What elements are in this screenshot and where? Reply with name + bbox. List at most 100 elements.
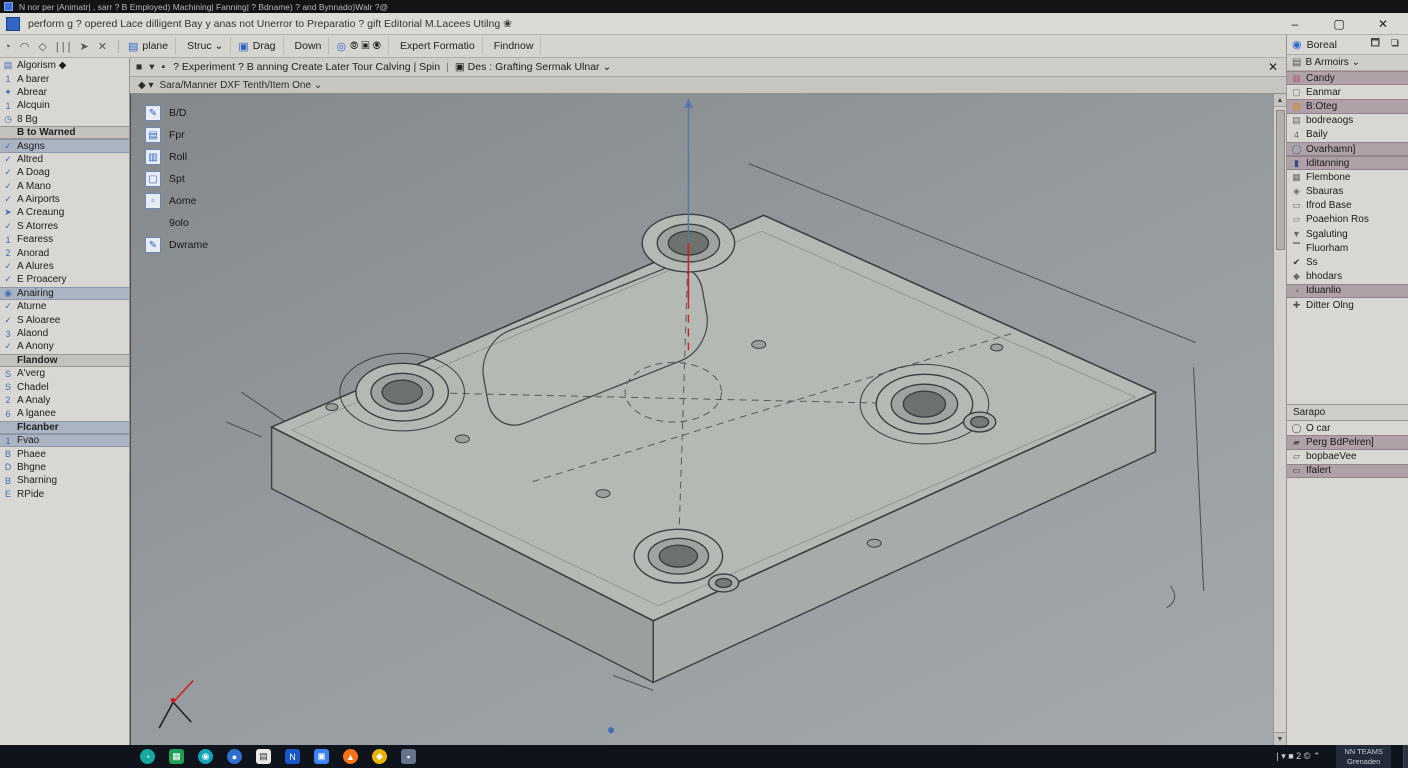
left-panel-item[interactable]: 1 Fearess xyxy=(0,233,129,246)
taskbar-app-icon[interactable]: N xyxy=(285,749,300,764)
operation-type-item[interactable]: ◈ Sbauras xyxy=(1287,185,1408,199)
right-panel-dropdown[interactable]: ▤ B Armoirs ⌄ xyxy=(1287,55,1408,71)
taskbar-app-icon[interactable]: ◉ xyxy=(198,749,213,764)
left-panel-item[interactable]: ✓ A Alures xyxy=(0,260,129,273)
scrollbar-thumb[interactable] xyxy=(1275,110,1285,250)
left-panel-item[interactable]: ✓ S Atorres xyxy=(0,220,129,233)
operation-type-item[interactable]: 4 Baily xyxy=(1287,128,1408,142)
minimize-button[interactable]: – xyxy=(1286,17,1304,31)
left-panel-item[interactable]: Flandow xyxy=(0,353,129,367)
left-panel-item[interactable]: ✓ Asgns xyxy=(0,139,129,153)
tray-icons[interactable]: | ▾ ■ 2 © ⌃ xyxy=(1276,751,1320,762)
left-panel-item[interactable]: ✓ A Mano xyxy=(0,180,129,193)
taskbar-app-icon[interactable]: ▲ xyxy=(343,749,358,764)
taskbar-app-icon[interactable]: ◆ xyxy=(372,749,387,764)
menu-bar-text[interactable]: perform g ? opered Lace dilligent Bay y … xyxy=(28,18,1278,30)
operation-type-item[interactable]: ◔ Iduanlio xyxy=(1287,283,1408,298)
operation-type-item[interactable]: ▼ Sgaluting xyxy=(1287,227,1408,241)
operation-type-item[interactable]: ▤ bodreaogs xyxy=(1287,114,1408,128)
left-panel-item[interactable]: ✓ A Airports xyxy=(0,193,129,206)
left-panel-item[interactable]: 2 Anorad xyxy=(0,246,129,259)
left-panel-item[interactable]: ➤ A Creaung xyxy=(0,206,129,219)
left-panel-item[interactable]: D Bhgne xyxy=(0,461,129,474)
taskbar-app-icon[interactable]: ▦ xyxy=(169,749,184,764)
operation-type-item[interactable]: ▦ Flembone xyxy=(1287,170,1408,184)
view-selector-icons[interactable]: ◆ ▾ xyxy=(138,80,154,91)
taskbar-app-icon[interactable]: ▪ xyxy=(401,749,416,764)
operation-type-item[interactable]: ✚ Ditter Olng xyxy=(1287,298,1408,312)
toolbar-button[interactable]: Down xyxy=(284,37,330,55)
left-panel-item[interactable]: ✓ Altred xyxy=(0,153,129,166)
toolbar-button[interactable]: ▤ plane xyxy=(121,37,177,55)
taskbar-clock[interactable]: NN TEAMS Grenaden xyxy=(1336,745,1391,768)
left-panel-item[interactable]: 3 Alaond xyxy=(0,327,129,340)
viewport-tool[interactable]: 9olo xyxy=(145,214,208,232)
left-panel-item[interactable]: ✓ A Anony xyxy=(0,340,129,353)
operation-type-item[interactable]: ▔ Fluorham xyxy=(1287,241,1408,255)
taskbar-app-icon[interactable]: ● xyxy=(227,749,242,764)
left-panel-item[interactable]: ◉ Anairing xyxy=(0,286,129,301)
left-panel-item[interactable]: B Phaee xyxy=(0,447,129,460)
geometry-item[interactable]: ▰ Perg BdPelren] xyxy=(1287,435,1408,450)
left-panel-item[interactable]: B Sharning xyxy=(0,474,129,487)
operation-type-item[interactable]: ▦ Candy xyxy=(1287,71,1408,86)
panel-header-icons[interactable]: 🗖 ❏ xyxy=(1370,36,1403,53)
operation-type-item[interactable]: ▢ Eanmar xyxy=(1287,85,1408,99)
viewport-scrollbar[interactable]: ▲ ▼ xyxy=(1273,94,1286,745)
viewport-tool[interactable]: ✎ Dwrame xyxy=(145,236,208,254)
toolbar-sys-icons[interactable]: ◔ ◠ ◇ ||| ➤ ✕ xyxy=(4,39,119,53)
taskbar-app-icon[interactable]: ▣ xyxy=(314,749,329,764)
viewport-tool[interactable]: ▫ Aome xyxy=(145,192,208,210)
left-panel-item[interactable]: 1 Alcquin xyxy=(0,99,129,112)
operation-type-item[interactable]: ✔ Ss xyxy=(1287,255,1408,269)
viewport-tool[interactable]: ▤ Fpr xyxy=(145,126,208,144)
close-button[interactable]: ✕ xyxy=(1374,17,1392,31)
scroll-up-icon[interactable]: ▲ xyxy=(1274,94,1286,107)
left-panel-item[interactable]: ▤ Algorism ◆ xyxy=(0,59,129,72)
operation-type-item[interactable]: ▭ Ifrod Base xyxy=(1287,199,1408,213)
geometry-item[interactable]: ▭ Ifalert xyxy=(1287,463,1408,478)
left-panel-item[interactable]: Flcanber xyxy=(0,420,129,434)
left-panel-item[interactable]: S Chadel xyxy=(0,380,129,393)
left-panel-item[interactable]: ✓ E Proacery xyxy=(0,273,129,286)
toolbar-button[interactable]: Struc ⌄ xyxy=(176,37,232,55)
toolbar-button[interactable]: ▣ Drag xyxy=(231,37,284,55)
tab-close-icon[interactable]: ✕ xyxy=(1266,60,1280,74)
operation-type-item[interactable]: ▮ Iditanning xyxy=(1287,156,1408,171)
left-panel-item[interactable]: ◷ 8 Bg xyxy=(0,113,129,126)
tab-bar-icons[interactable]: ■ ▾ ▪ xyxy=(136,61,167,73)
operation-type-item[interactable]: ▥ B:Oteg xyxy=(1287,99,1408,114)
left-panel-item[interactable]: ✓ Aturne xyxy=(0,300,129,313)
left-panel-item[interactable]: 6 A lganee xyxy=(0,407,129,420)
left-panel-item[interactable]: E RPide xyxy=(0,488,129,501)
show-desktop-button[interactable] xyxy=(1403,745,1408,768)
left-panel-item[interactable]: 2 A Analy xyxy=(0,394,129,407)
left-panel-item[interactable]: B to Warned xyxy=(0,125,129,140)
graphics-viewport[interactable]: ✎ B/D ▤ Fpr ▥ Roll ▢ Spt ▫ Aome 9olo ✎ D… xyxy=(130,94,1286,745)
left-panel-item[interactable]: ✓ S Aloaree xyxy=(0,313,129,326)
left-panel-item[interactable]: ✓ A Doag xyxy=(0,166,129,179)
viewport-tool[interactable]: ✎ B/D xyxy=(145,104,208,122)
left-panel-item[interactable]: 1 Fvao xyxy=(0,433,129,448)
system-tray[interactable]: | ▾ ■ 2 © ⌃ xyxy=(1276,751,1324,762)
left-panel-item[interactable]: S A'verg xyxy=(0,367,129,380)
operation-type-item[interactable]: ▱ Poaehion Ros xyxy=(1287,213,1408,227)
toolbar-button[interactable]: ◎ ⦾ ▣ ⦿ xyxy=(329,37,390,55)
viewport-tool[interactable]: ▢ Spt xyxy=(145,170,208,188)
taskbar-app-icon[interactable]: ▤ xyxy=(256,749,271,764)
geometry-item[interactable]: ◯ O car xyxy=(1287,421,1408,435)
viewport-tool[interactable]: ▥ Roll xyxy=(145,148,208,166)
toolbar-button[interactable]: Findnow xyxy=(483,37,542,55)
scroll-down-icon[interactable]: ▼ xyxy=(1274,732,1286,745)
taskbar-app-icon[interactable]: ◔ xyxy=(140,749,155,764)
operation-type-item[interactable]: ◯ Ovarhamn] xyxy=(1287,141,1408,157)
geometry-item[interactable]: ▱ bopbaeVee xyxy=(1287,450,1408,464)
maximize-button[interactable]: ▢ xyxy=(1330,17,1348,31)
left-panel-item[interactable]: 1 A barer xyxy=(0,72,129,85)
toolbar-button[interactable]: Expert Formatio xyxy=(389,37,483,55)
tab-title[interactable]: ? Experiment ? B anning Create Later Tou… xyxy=(173,61,440,73)
view-selector-label[interactable]: Sara/Manner DXF Tenth/Item One ⌄ xyxy=(160,80,323,91)
tab-subtitle[interactable]: ▣ Des : Grafting Sermak Ulnar ⌄ xyxy=(455,61,611,73)
operation-type-item[interactable]: ◆ bhodars xyxy=(1287,270,1408,284)
left-panel-item[interactable]: ✦ Abrear xyxy=(0,86,129,99)
